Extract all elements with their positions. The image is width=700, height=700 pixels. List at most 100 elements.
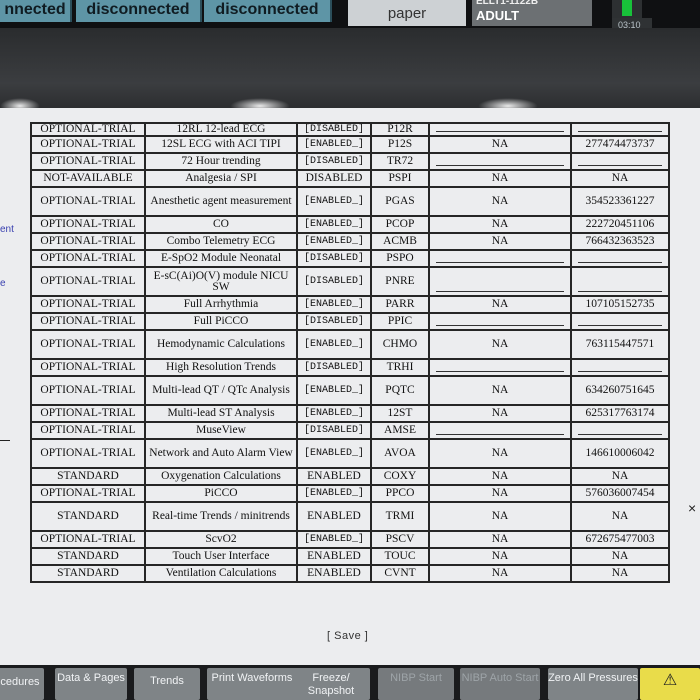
option-name-cell: CO [144, 215, 298, 234]
table-row[interactable]: OPTIONAL-TRIAL E-sC(Ai)O(V) module NICU S… [30, 266, 670, 297]
patient-info[interactable]: ELLT1-1122B ADULT [472, 0, 592, 26]
connection-status-button-2[interactable]: disconnected [76, 0, 202, 22]
table-row[interactable]: OPTIONAL-TRIAL Network and Auto Alarm Vie… [30, 438, 670, 469]
table-row[interactable]: STANDARD Ventilation Calculations ENABLED C… [30, 564, 670, 583]
paper-button[interactable]: paper [348, 0, 466, 26]
table-row[interactable]: OPTIONAL-TRIAL CO [ENABLED_] PCOP NA 22272045… [30, 215, 670, 234]
softkey-button[interactable]: Zero All Pressures [548, 668, 638, 700]
option-key-cell: 222720451106 [570, 215, 670, 234]
option-name-cell: E-SpO2 Module Neonatal [144, 249, 298, 268]
option-key-cell [570, 266, 670, 297]
option-key-cell: 763115447571 [570, 329, 670, 360]
option-type-cell: OPTIONAL-TRIAL [30, 186, 146, 217]
option-name-cell: Full Arrhythmia [144, 295, 298, 314]
option-type-cell: STANDARD [30, 501, 146, 532]
option-name-cell: High Resolution Trends [144, 358, 298, 377]
table-row[interactable]: OPTIONAL-TRIAL 72 Hour trending [DISABLED]… [30, 152, 670, 171]
side-menu-item[interactable]: ent [0, 224, 14, 235]
table-row[interactable]: OPTIONAL-TRIAL 12SL ECG with ACI TIPI [ENA… [30, 135, 670, 154]
table-row[interactable]: OPTIONAL-TRIAL Multi-lead QT / QTc Analys… [30, 375, 670, 406]
table-row[interactable]: OPTIONAL-TRIAL 12RL 12-lead ECG [DISABLED]… [30, 122, 670, 137]
softkey-button[interactable]: NIBP Start [378, 668, 454, 700]
option-status-cell: [DISABLED] [296, 312, 372, 331]
option-type-cell: OPTIONAL-TRIAL [30, 421, 146, 440]
table-row[interactable]: OPTIONAL-TRIAL Full Arrhythmia [ENABLED_] P… [30, 295, 670, 314]
option-expiry-cell: NA [428, 232, 572, 251]
option-status-cell: [ENABLED_] [296, 530, 372, 549]
softkey-bar: cedures Data & Pages Trends Print Waveforms… [0, 665, 700, 700]
softkey-button[interactable]: Freeze/ Snapshot [292, 668, 370, 700]
option-status-cell: [ENABLED_] [296, 135, 372, 154]
alarm-pause-icon[interactable]: ⚠ [640, 668, 700, 700]
table-row[interactable]: OPTIONAL-TRIAL Multi-lead ST Analysis [ENA… [30, 404, 670, 423]
table-row[interactable]: OPTIONAL-TRIAL ScvO2 [ENABLED_] PSCV NA 67267… [30, 530, 670, 549]
option-key-cell: NA [570, 564, 670, 583]
option-expiry-cell: NA [428, 404, 572, 423]
option-expiry-cell [428, 152, 572, 171]
save-button[interactable]: [ Save ] [327, 630, 368, 642]
close-icon[interactable]: × [688, 500, 696, 516]
table-row[interactable]: OPTIONAL-TRIAL Anesthetic agent measureme… [30, 186, 670, 217]
table-row[interactable]: OPTIONAL-TRIAL E-SpO2 Module Neonatal [DIS… [30, 249, 670, 268]
table-row[interactable]: STANDARD Oxygenation Calculations ENABLED C… [30, 467, 670, 486]
table-row[interactable]: OPTIONAL-TRIAL MuseView [DISABLED] AMSE [30, 421, 670, 440]
table-row[interactable]: OPTIONAL-TRIAL Hemodynamic Calculations [E… [30, 329, 670, 360]
table-row[interactable]: OPTIONAL-TRIAL Combo Telemetry ECG [ENABLE… [30, 232, 670, 251]
table-row[interactable]: OPTIONAL-TRIAL Full PiCCO [DISABLED] PPIC [30, 312, 670, 331]
option-code-cell: PSPO [370, 249, 430, 268]
option-code-cell: P12S [370, 135, 430, 154]
option-name-cell: Real-time Trends / minitrends [144, 501, 298, 532]
table-row[interactable]: OPTIONAL-TRIAL PiCCO [ENABLED_] PPCO NA 57603… [30, 484, 670, 503]
option-expiry-cell [428, 312, 572, 331]
option-expiry-cell: NA [428, 135, 572, 154]
softkey-button[interactable]: cedures [0, 668, 44, 700]
option-key-cell: NA [570, 501, 670, 532]
option-code-cell: CHMO [370, 329, 430, 360]
option-status-cell: [ENABLED_] [296, 484, 372, 503]
option-expiry-cell [428, 421, 572, 440]
option-expiry-cell: NA [428, 215, 572, 234]
option-code-cell: PPCO [370, 484, 430, 503]
option-expiry-cell: NA [428, 329, 572, 360]
table-row[interactable]: NOT-AVAILABLE Analgesia / SPI DISABLED PSPI… [30, 169, 670, 188]
option-status-cell: [DISABLED] [296, 266, 372, 297]
option-code-cell: PGAS [370, 186, 430, 217]
softkey-button[interactable]: NIBP Auto Start [460, 668, 540, 700]
option-type-cell: OPTIONAL-TRIAL [30, 530, 146, 549]
monitor-bezel [0, 28, 700, 120]
option-name-cell: Combo Telemetry ECG [144, 232, 298, 251]
option-name-cell: Oxygenation Calculations [144, 467, 298, 486]
connection-status-button-1[interactable]: nnected [0, 0, 72, 22]
connection-status-button-3[interactable]: disconnected [204, 0, 332, 22]
option-key-cell [570, 152, 670, 171]
option-code-cell: PNRE [370, 266, 430, 297]
table-row[interactable]: STANDARD Real-time Trends / minitrends ENA… [30, 501, 670, 532]
table-row[interactable]: STANDARD Touch User Interface ENABLED TOUC N… [30, 547, 670, 566]
option-code-cell: 12ST [370, 404, 430, 423]
option-type-cell: OPTIONAL-TRIAL [30, 295, 146, 314]
option-key-cell [570, 122, 670, 137]
option-code-cell: TR72 [370, 152, 430, 171]
option-key-cell: 354523361227 [570, 186, 670, 217]
option-key-cell: 672675477003 [570, 530, 670, 549]
side-menu-item[interactable]: e [0, 278, 6, 289]
option-code-cell: COXY [370, 467, 430, 486]
softkey-button[interactable]: Print Waveforms [207, 668, 297, 700]
softkey-button[interactable]: Data & Pages [55, 668, 127, 700]
option-status-cell: [DISABLED] [296, 249, 372, 268]
option-expiry-cell [428, 249, 572, 268]
option-expiry-cell: NA [428, 484, 572, 503]
option-name-cell: Multi-lead QT / QTc Analysis [144, 375, 298, 406]
option-name-cell: PiCCO [144, 484, 298, 503]
option-status-cell: [DISABLED] [296, 421, 372, 440]
option-expiry-cell: NA [428, 501, 572, 532]
option-key-cell: NA [570, 547, 670, 566]
softkey-button[interactable]: Trends [134, 668, 200, 700]
option-type-cell: OPTIONAL-TRIAL [30, 266, 146, 297]
table-row[interactable]: OPTIONAL-TRIAL High Resolution Trends [DIS… [30, 358, 670, 377]
option-type-cell: OPTIONAL-TRIAL [30, 438, 146, 469]
option-name-cell: Network and Auto Alarm View [144, 438, 298, 469]
option-status-cell: ENABLED [296, 547, 372, 566]
option-type-cell: OPTIONAL-TRIAL [30, 249, 146, 268]
option-key-cell [570, 421, 670, 440]
